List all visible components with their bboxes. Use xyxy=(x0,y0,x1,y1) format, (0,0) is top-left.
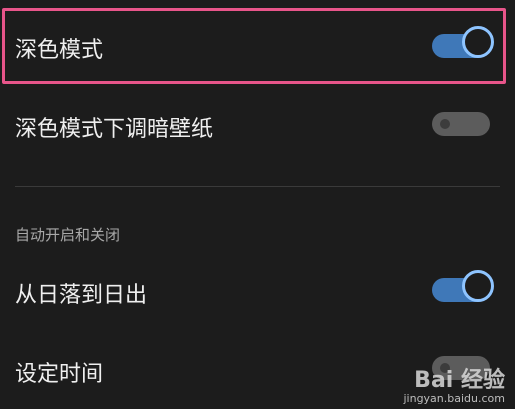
set-time-label: 设定时间 xyxy=(15,362,104,387)
toggle-knob xyxy=(462,26,494,58)
dim-wallpaper-toggle[interactable] xyxy=(432,112,490,136)
toggle-knob xyxy=(462,270,494,302)
dark-mode-label: 深色模式 xyxy=(15,38,104,63)
watermark: Bai 经验 jingyan.baidu.com xyxy=(403,362,505,405)
divider xyxy=(15,186,500,187)
toggle-knob xyxy=(440,119,450,129)
section-title: 自动开启和关闭 xyxy=(15,226,121,244)
watermark-brand: Bai 经验 xyxy=(414,368,505,393)
sunset-sunrise-label: 从日落到日出 xyxy=(15,283,148,308)
dim-wallpaper-label: 深色模式下调暗壁纸 xyxy=(15,117,214,142)
watermark-domain: jingyan.baidu.com xyxy=(403,392,505,405)
dark-mode-toggle[interactable] xyxy=(432,26,494,58)
sunset-sunrise-toggle[interactable] xyxy=(432,270,494,302)
